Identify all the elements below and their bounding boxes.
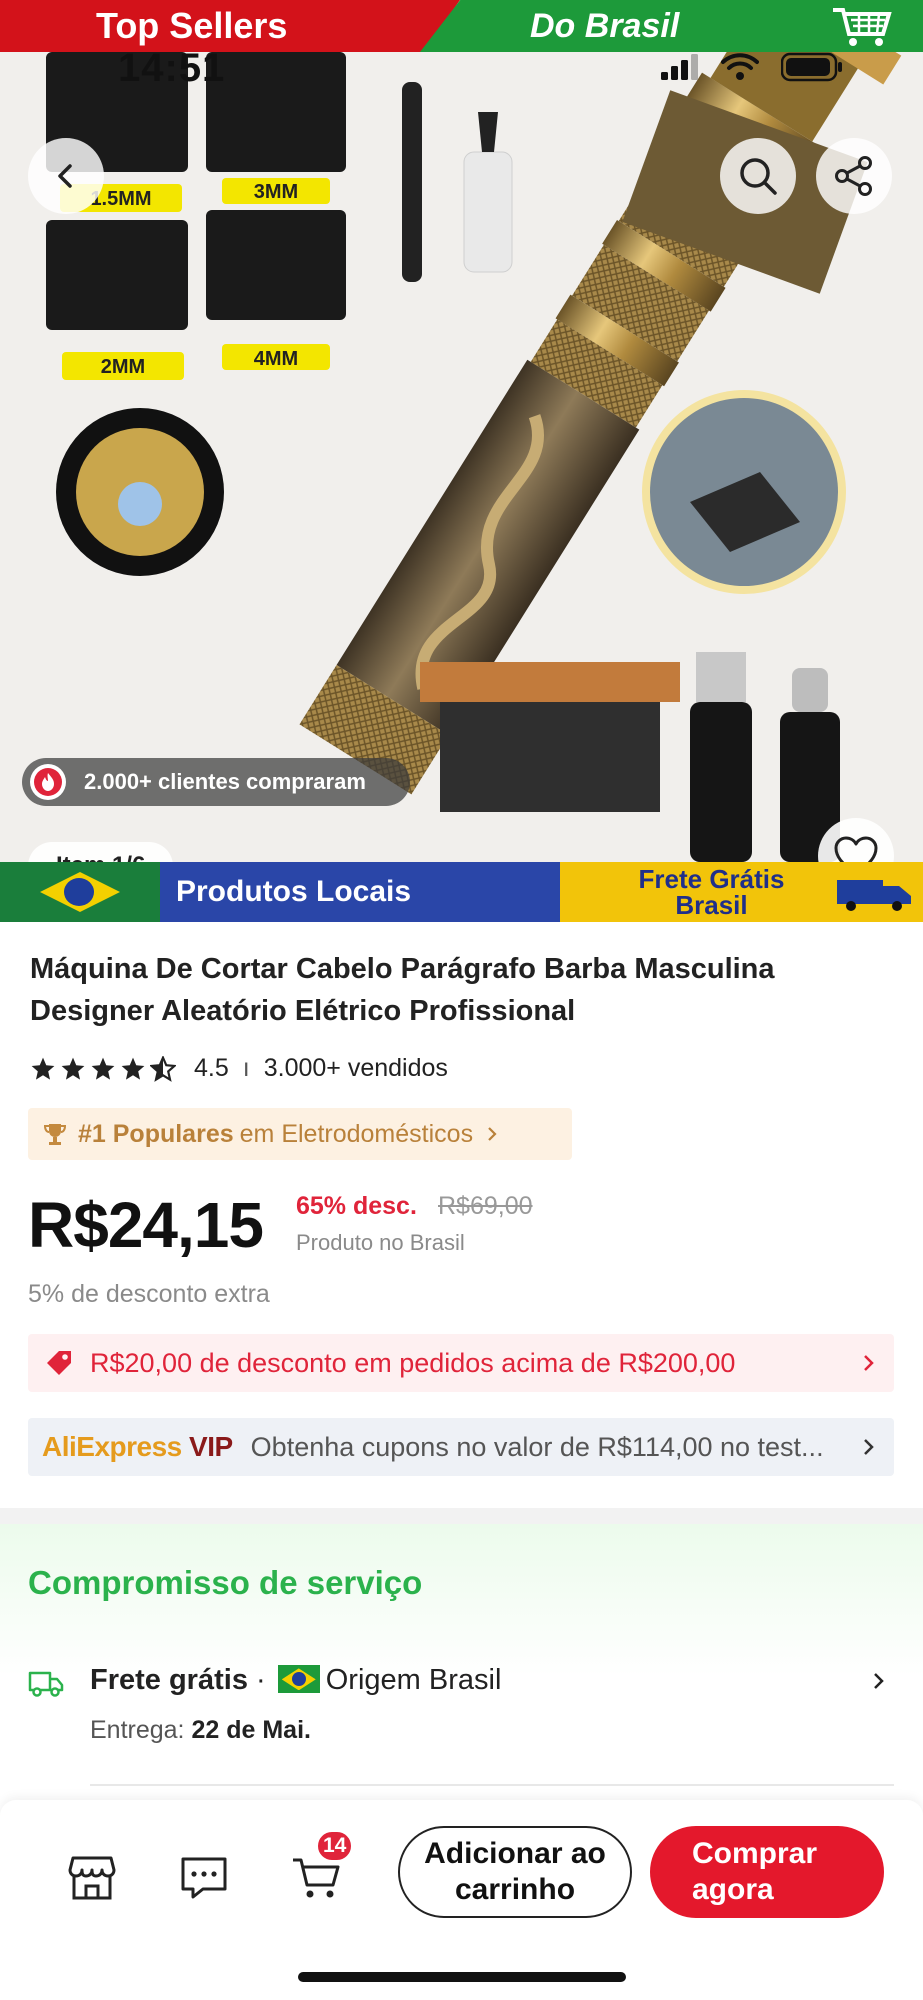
- buy-now-button[interactable]: Comprar agora: [650, 1826, 884, 1918]
- chevron-left-icon: [58, 164, 72, 188]
- star-icon: [91, 1057, 115, 1080]
- discount-percent: 65% desc.: [296, 1192, 417, 1220]
- delivery-truck-icon: [837, 880, 911, 911]
- store-icon: [68, 1856, 116, 1900]
- free-shipping-label: Frete grátis: [90, 1664, 248, 1696]
- aliexpress-vip-banner[interactable]: AliExpress VIP Obtenha cupons no valor d…: [28, 1418, 894, 1476]
- star-icon: [31, 1057, 55, 1080]
- cellular-signal-icon: [661, 54, 698, 80]
- trophy-icon: [43, 1124, 67, 1145]
- search-icon: [740, 158, 777, 195]
- local-products-banner: Produtos Locais Frete Grátis Brasil: [0, 862, 923, 922]
- fire-icon: [30, 764, 66, 800]
- chevron-right-icon: [488, 1127, 497, 1141]
- status-icons: [661, 52, 843, 82]
- battery-icon: [781, 52, 842, 82]
- coupon-banner[interactable]: R$20,00 de desconto em pedidos acima de …: [28, 1334, 894, 1392]
- buyers-count-badge: 2.000+ clientes compraram: [22, 758, 410, 806]
- top-sellers-banner: Top Sellers Do Brasil: [0, 0, 923, 52]
- vip-text: Obtenha cupons no valor de R$114,00 no t…: [250, 1431, 824, 1462]
- comb-label: 4MM: [254, 348, 298, 370]
- product-title: Máquina De Cortar Cabelo Parágrafo Barba…: [30, 953, 775, 1027]
- chevron-right-icon: [864, 1355, 874, 1371]
- banner-bottom-right: Frete Grátis Brasil: [638, 864, 785, 920]
- coupon-text: R$20,00 de desconto em pedidos acima de …: [90, 1347, 736, 1378]
- brazil-flag-icon: [40, 872, 120, 912]
- shopping-cart-icon: [833, 8, 892, 46]
- current-price: R$24,15: [28, 1189, 264, 1261]
- popular-ranking-badge[interactable]: #1 Populares em Eletrodomésticos: [28, 1108, 572, 1160]
- buyers-count-text: 2.000+ clientes compraram: [84, 769, 366, 794]
- share-button[interactable]: [816, 138, 892, 214]
- rating-stars: [30, 1055, 176, 1082]
- original-price: R$69,00: [438, 1192, 533, 1220]
- delivery-label: Entrega:: [90, 1716, 185, 1744]
- product-gallery[interactable]: 1.5MM 3MM 2MM 4MM Top Sellers Do Brasil …: [0, 0, 923, 922]
- store-button[interactable]: [62, 1848, 122, 1908]
- popular-category: em Eletrodomésticos: [239, 1119, 474, 1148]
- shipping-separator: ·: [256, 1664, 266, 1696]
- back-button[interactable]: [28, 138, 104, 214]
- comb-label: 2MM: [101, 356, 145, 378]
- service-commitment-section: Compromisso de serviço Frete grátis · Or…: [0, 1524, 923, 1800]
- comb-label: 3MM: [254, 181, 298, 203]
- banner-bottom-left: Produtos Locais: [160, 862, 560, 922]
- banner-top-left: Top Sellers: [0, 0, 460, 52]
- star-icon: [61, 1057, 85, 1080]
- bottom-action-bar: 14 Adicionar ao carrinho Comprar agora: [0, 1800, 923, 2000]
- search-button[interactable]: [720, 138, 796, 214]
- service-commitment-title: Compromisso de serviço: [28, 1564, 423, 1601]
- brazil-flag-icon: [277, 1665, 320, 1694]
- rating-row[interactable]: 4.5 ı 3.000+ vendidos: [30, 1054, 448, 1083]
- star-icon: [121, 1057, 145, 1080]
- cart-count-badge: 14: [316, 1830, 354, 1862]
- chat-icon: [181, 1857, 227, 1899]
- star-half-icon: [150, 1055, 176, 1082]
- add-to-cart-button[interactable]: Adicionar ao carrinho: [398, 1826, 632, 1918]
- chevron-right-icon: [874, 1673, 884, 1689]
- shipping-truck-icon: [28, 1671, 64, 1697]
- share-icon: [835, 156, 872, 196]
- message-button[interactable]: [174, 1848, 234, 1908]
- rating-separator: ı: [242, 1054, 250, 1082]
- extra-discount-text: 5% de desconto extra: [28, 1280, 270, 1308]
- product-origin-note: Produto no Brasil: [296, 1230, 465, 1255]
- section-divider: [0, 1508, 923, 1524]
- chevron-right-icon: [864, 1439, 874, 1455]
- row-divider: [90, 1784, 894, 1786]
- aliexpress-vip-logo: AliExpress VIP: [42, 1431, 233, 1462]
- delivery-date: 22 de Mai.: [191, 1716, 311, 1744]
- shipping-origin: Origem Brasil: [325, 1664, 502, 1696]
- home-indicator: [298, 1972, 626, 1982]
- rating-value: 4.5: [194, 1054, 229, 1082]
- sold-count: 3.000+ vendidos: [263, 1054, 448, 1082]
- price-tag-icon: [47, 1351, 71, 1375]
- status-time: 14:51: [118, 46, 226, 90]
- wifi-icon: [721, 53, 759, 80]
- popular-rank: #1 Populares: [78, 1119, 234, 1148]
